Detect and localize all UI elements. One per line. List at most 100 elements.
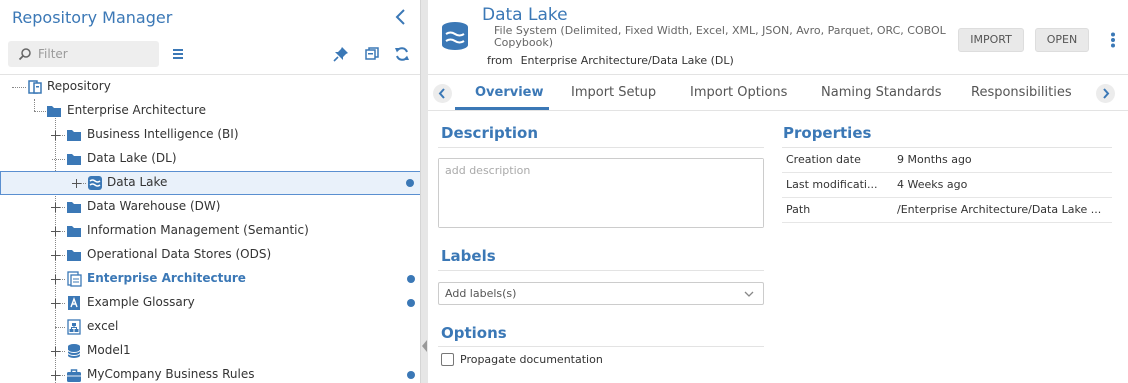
expand-plus-icon[interactable]: [51, 299, 60, 308]
folder-icon: [67, 226, 81, 237]
property-value: /Enterprise Architecture/Data Lake ...: [897, 203, 1102, 216]
data-lake-icon: [442, 22, 468, 50]
tab-scroll-left-icon[interactable]: [433, 84, 452, 103]
tree-item-mycompany-business-rules[interactable]: MyCompany Business Rules: [0, 363, 420, 383]
expand-plus-icon[interactable]: [51, 251, 60, 260]
glossary-icon: [68, 296, 80, 310]
tree-item-operational-data-stores[interactable]: Operational Data Stores (ODS): [0, 243, 420, 267]
panel-splitter[interactable]: [421, 0, 428, 383]
tree-item-label: Data Warehouse (DW): [87, 199, 221, 213]
property-row: Path /Enterprise Architecture/Data Lake …: [782, 198, 1112, 223]
window-icon[interactable]: [364, 46, 380, 62]
property-key: Creation date: [786, 153, 861, 166]
pin-icon[interactable]: [333, 46, 349, 62]
property-row: Last modificati... 4 Weeks ago: [782, 173, 1112, 198]
property-value: 4 Weeks ago: [897, 178, 968, 191]
architecture-model-icon: [67, 271, 82, 287]
item-title: Data Lake: [482, 5, 568, 25]
status-dot: [407, 275, 415, 283]
folder-icon: [67, 154, 81, 165]
tab-responsibilities[interactable]: Responsibilities: [971, 85, 1072, 100]
tree-item-data-lake[interactable]: Data Lake: [0, 171, 420, 195]
tree-item-label: Information Management (Semantic): [87, 223, 309, 237]
expand-plus-icon[interactable]: [51, 131, 60, 140]
tree-item-data-warehouse[interactable]: Data Warehouse (DW): [0, 195, 420, 219]
tree-item-business-intelligence[interactable]: Business Intelligence (BI): [0, 123, 420, 147]
labels-heading: Labels: [441, 247, 496, 265]
propagate-documentation-label: Propagate documentation: [460, 353, 603, 366]
properties-heading: Properties: [783, 124, 872, 142]
tree-item-label: MyCompany Business Rules: [87, 367, 255, 381]
propagate-documentation-checkbox[interactable]: [441, 353, 454, 366]
details-panel: Data Lake File System (Delimited, Fixed …: [428, 0, 1128, 383]
model-icon: [67, 319, 81, 335]
description-field: [438, 158, 764, 228]
property-key: Last modificati...: [786, 178, 878, 191]
tree-item-label: Operational Data Stores (ODS): [87, 247, 272, 261]
tree-item-label: Enterprise Architecture: [67, 103, 207, 117]
splitter-grip-icon[interactable]: [422, 340, 427, 352]
tree-item-repository[interactable]: Repository: [0, 75, 420, 99]
expand-plus-icon[interactable]: [51, 275, 60, 284]
expand-plus-icon[interactable]: [51, 203, 60, 212]
filter-box: [8, 41, 159, 67]
property-key: Path: [786, 203, 811, 216]
property-value: 9 Months ago: [897, 153, 972, 166]
tree-item-model1[interactable]: Model1: [0, 339, 420, 363]
tab-scroll-right-icon[interactable]: [1096, 84, 1115, 103]
item-subtitle: File System (Delimited, Fixed Width, Exc…: [494, 24, 946, 49]
menu-list-icon[interactable]: [170, 46, 186, 62]
tree-item-label: Business Intelligence (BI): [87, 127, 239, 141]
repository-tree: Repository Enterprise Architecture Busin…: [0, 75, 420, 383]
briefcase-icon: [67, 369, 81, 382]
expand-plus-icon[interactable]: [51, 371, 60, 380]
labels-placeholder: Add labels(s): [445, 287, 517, 300]
folder-icon: [67, 130, 81, 141]
active-tab-indicator: [455, 107, 549, 110]
folder-icon: [47, 106, 61, 117]
tree-item-label: Enterprise Architecture: [87, 271, 246, 285]
repository-manager-panel: Repository Manager Filter Repository Ent…: [0, 0, 421, 383]
labels-select[interactable]: Add labels(s): [438, 282, 764, 305]
status-dot: [407, 371, 415, 379]
search-icon: [18, 48, 31, 61]
folder-icon: [67, 202, 81, 213]
tree-item-label: Data Lake (DL): [87, 151, 177, 165]
folder-icon: [67, 250, 81, 261]
tree-item-enterprise-architecture[interactable]: Enterprise Architecture: [0, 99, 420, 123]
tree-item-data-lake-dl[interactable]: Data Lake (DL): [0, 147, 420, 171]
expand-plus-icon[interactable]: [72, 179, 81, 188]
tree-item-excel[interactable]: excel: [0, 315, 420, 339]
description-input[interactable]: [439, 159, 763, 227]
tree-item-example-glossary[interactable]: Example Glossary: [0, 291, 420, 315]
description-heading: Description: [441, 124, 539, 142]
filter-input[interactable]: [38, 44, 153, 64]
tree-item-label: Data Lake: [107, 175, 168, 189]
tab-import-setup[interactable]: Import Setup: [571, 85, 656, 100]
tree-item-label: excel: [87, 319, 119, 333]
tree-item-enterprise-architecture-model[interactable]: Enterprise Architecture: [0, 267, 420, 291]
open-button[interactable]: OPEN: [1035, 28, 1089, 52]
import-button[interactable]: IMPORT: [958, 28, 1024, 52]
repository-icon: [28, 80, 42, 94]
from-path: Enterprise Architecture/Data Lake (DL): [520, 54, 734, 67]
options-heading: Options: [441, 324, 507, 342]
tree-item-label: Model1: [87, 343, 131, 357]
tab-naming-standards[interactable]: Naming Standards: [821, 85, 942, 100]
tree-item-label: Example Glossary: [87, 295, 195, 309]
refresh-icon[interactable]: [394, 46, 410, 62]
property-row: Creation date 9 Months ago: [782, 148, 1112, 173]
tree-item-information-management[interactable]: Information Management (Semantic): [0, 219, 420, 243]
collapse-panel-icon[interactable]: [394, 7, 408, 27]
tab-bar: Overview Import Setup Import Options Nam…: [428, 75, 1128, 111]
expand-plus-icon[interactable]: [51, 347, 60, 356]
tab-import-options[interactable]: Import Options: [690, 85, 787, 100]
expand-plus-icon[interactable]: [51, 227, 60, 236]
from-label: from: [487, 54, 513, 67]
tab-overview[interactable]: Overview: [475, 85, 544, 100]
tree-item-label: Repository: [47, 79, 111, 93]
database-icon: [67, 344, 81, 358]
more-options-icon[interactable]: [1110, 32, 1116, 48]
data-lake-icon: [88, 176, 102, 190]
status-dot: [407, 299, 415, 307]
